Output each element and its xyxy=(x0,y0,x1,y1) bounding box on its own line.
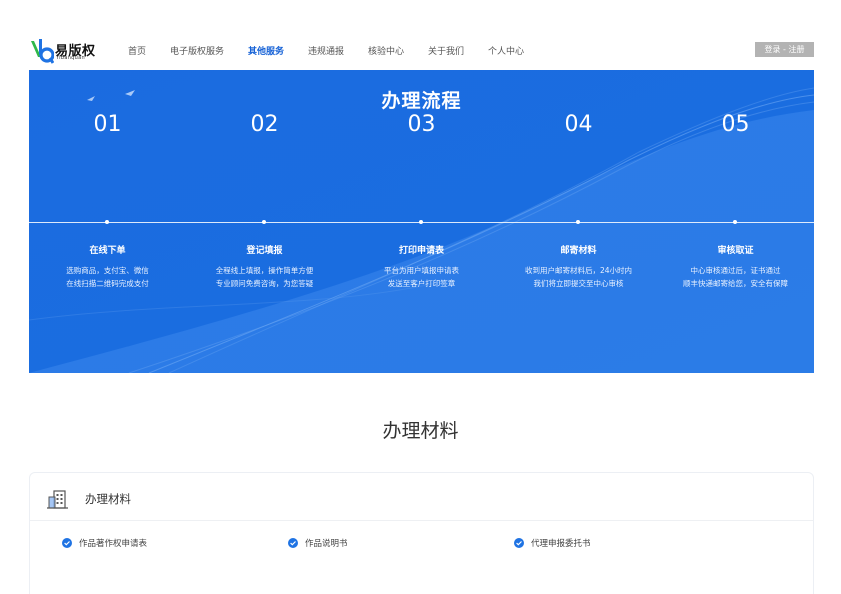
check-circle-icon xyxy=(514,538,524,548)
step-description: 中心审核通过后，证书通过 顺丰快递邮寄给您，安全有保障 xyxy=(683,266,788,288)
nav-violation-report[interactable]: 违规通报 xyxy=(308,44,344,57)
nav-other-services[interactable]: 其他服务 xyxy=(248,44,284,57)
material-label: 代理申报委托书 xyxy=(531,539,591,549)
site-header: 易版权 Yibanquan 首页 电子版权服务 其他服务 违规通报 核验中心 关… xyxy=(0,0,841,70)
nav-home[interactable]: 首页 xyxy=(128,44,146,57)
materials-card-header: 办理材料 xyxy=(30,473,813,521)
building-icon xyxy=(47,490,68,509)
timeline-dot xyxy=(419,220,423,224)
nav-personal-center[interactable]: 个人中心 xyxy=(488,44,524,57)
logo[interactable]: 易版权 Yibanquan xyxy=(30,38,100,64)
nav-digital-copyright[interactable]: 电子版权服务 xyxy=(170,44,224,57)
login-register-button[interactable]: 登录 - 注册 xyxy=(755,42,814,57)
nav-verification-center[interactable]: 核验中心 xyxy=(368,44,404,57)
step-title: 审核取证 xyxy=(717,246,754,256)
step-title: 登记填报 xyxy=(246,246,283,256)
materials-card-title: 办理材料 xyxy=(85,492,131,506)
timeline-dot xyxy=(576,220,580,224)
step-number: 03 xyxy=(407,112,436,137)
step-description: 全程线上填报，操作简单方便 专业顾问免费咨询，为您答疑 xyxy=(215,266,314,288)
materials-card: 办理材料 作品著作权申请表 作品说明书 代理申报委托书 xyxy=(29,472,814,594)
logo-subtitle: Yibanquan xyxy=(56,55,85,61)
step-description: 选购商品，支付宝、微信 在线扫描二维码完成支付 xyxy=(66,266,149,288)
step-number: 05 xyxy=(721,112,750,137)
step-title: 打印申请表 xyxy=(398,246,444,256)
materials-section-title: 办理材料 xyxy=(382,420,459,442)
material-item: 作品说明书 xyxy=(288,536,348,550)
timeline-dot xyxy=(733,220,737,224)
check-circle-icon xyxy=(288,538,298,548)
material-item: 作品著作权申请表 xyxy=(62,536,147,550)
banner-title: 办理流程 xyxy=(381,90,462,112)
step-title: 在线下单 xyxy=(89,246,126,256)
nav-about-us[interactable]: 关于我们 xyxy=(428,44,464,57)
logo-icon xyxy=(31,39,54,64)
check-circle-icon xyxy=(62,538,72,548)
material-label: 作品著作权申请表 xyxy=(79,539,148,549)
timeline-dot xyxy=(105,220,109,224)
step-description: 平台为用户填报申请表 发送至客户打印签章 xyxy=(384,266,459,288)
step-description: 收到用户邮寄材料后，24小时内 我们将立即提交至中心审核 xyxy=(524,266,633,288)
step-number: 04 xyxy=(564,112,593,137)
material-item: 代理申报委托书 xyxy=(514,536,591,550)
step-title: 邮寄材料 xyxy=(560,246,597,256)
step-number: 01 xyxy=(93,112,122,137)
material-label: 作品说明书 xyxy=(305,539,348,549)
step-number: 02 xyxy=(250,112,279,137)
timeline-dot xyxy=(262,220,266,224)
